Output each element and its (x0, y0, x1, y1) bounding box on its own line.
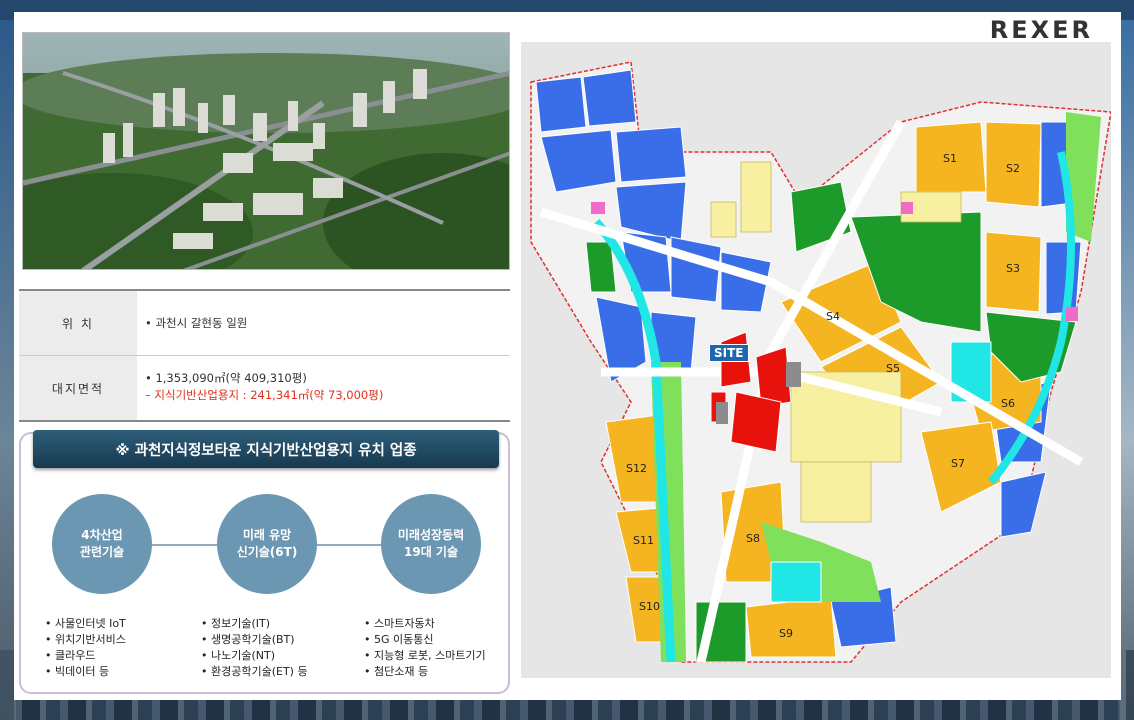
circle-19-growth-tech: 미래성장동력 19대 기술 (381, 494, 481, 594)
map-label-s10: S10 (639, 600, 660, 613)
list-item: • 스마트자동차 (364, 617, 435, 630)
list-item: • 생명공학기술(BT) (201, 633, 295, 646)
map-label-s4: S4 (826, 310, 840, 323)
list-item: • 환경공학기술(ET) 등 (201, 665, 308, 678)
list-item: • 사물인터넷 IoT (45, 617, 126, 630)
map-label-s9: S9 (779, 627, 793, 640)
site-marker-label: SITE (709, 344, 749, 362)
area-value: • 1,353,090㎡(약 409,310평) – 지식기반산업용지 : 24… (137, 356, 510, 420)
list-item: • 클라우드 (45, 649, 96, 662)
site-info-table: 위 치 • 과천시 갈현동 일원 대지면적 • 1,353,090㎡(약 409… (19, 289, 510, 422)
map-label-s3: S3 (1006, 262, 1020, 275)
area-knowledge-industry: – 지식기반산업용지 : 241,341㎡(약 73,000평) (145, 388, 384, 402)
list-item: • 첨단소재 등 (364, 665, 429, 678)
map-label-s7: S7 (951, 457, 965, 470)
location-value: • 과천시 갈현동 일원 (145, 315, 248, 330)
slide: REXER 위 치 • 과천시 갈현동 일원 대지면적 • 1,353,090㎡… (14, 12, 1121, 700)
industry-circles: 4차산업 관련기술 미래 유망 신기술(6T) 미래성장동력 19대 기술 (21, 490, 508, 600)
location-row: 위 치 • 과천시 갈현동 일원 (19, 291, 510, 356)
list-item: • 지능형 로봇, 스마트기기 (364, 649, 486, 662)
map-label-s6: S6 (1001, 397, 1015, 410)
map-label-s5: S5 (886, 362, 900, 375)
list-4th-industry: • 사물인터넷 IoT • 위치기반서비스 • 클라우드 • 빅데이터 등 (45, 616, 126, 680)
industry-section: ※ 과천지식정보타운 지식기반산업용지 유치 업종 4차산업 관련기술 미래 유… (19, 430, 510, 694)
map-label-s12: S12 (626, 462, 647, 475)
background-right-edge (1120, 20, 1134, 720)
map-label-s8: S8 (746, 532, 760, 545)
list-6t-tech: • 정보기술(IT) • 생명공학기술(BT) • 나노기술(NT) • 환경공… (201, 616, 308, 680)
circle-4th-industry: 4차산업 관련기술 (52, 494, 152, 594)
map-label-s11: S11 (633, 534, 654, 547)
list-item: • 위치기반서비스 (45, 633, 126, 646)
land-use-map: S1 S2 S3 S4 S5 S6 S7 S8 S9 S10 S11 S12 S… (521, 42, 1111, 678)
map-label-s2: S2 (1006, 162, 1020, 175)
industry-section-title: ※ 과천지식정보타운 지식기반산업용지 유치 업종 (33, 430, 499, 468)
aerial-rendering-image (22, 32, 510, 270)
location-key: 위 치 (19, 291, 137, 355)
list-item: • 5G 이동통신 (364, 633, 434, 646)
area-total: • 1,353,090㎡(약 409,310평) (145, 371, 307, 385)
list-19-growth-tech: • 스마트자동차 • 5G 이동통신 • 지능형 로봇, 스마트기기 • 첨단소… (364, 616, 486, 680)
area-key: 대지면적 (19, 356, 137, 420)
list-item: • 정보기술(IT) (201, 617, 271, 630)
circle-6t-tech: 미래 유망 신기술(6T) (217, 494, 317, 594)
list-item: • 나노기술(NT) (201, 649, 275, 662)
list-item: • 빅데이터 등 (45, 665, 110, 678)
map-label-s1: S1 (943, 152, 957, 165)
rexer-logo: REXER (989, 16, 1093, 44)
area-row: 대지면적 • 1,353,090㎡(약 409,310평) – 지식기반산업용지… (19, 356, 510, 420)
